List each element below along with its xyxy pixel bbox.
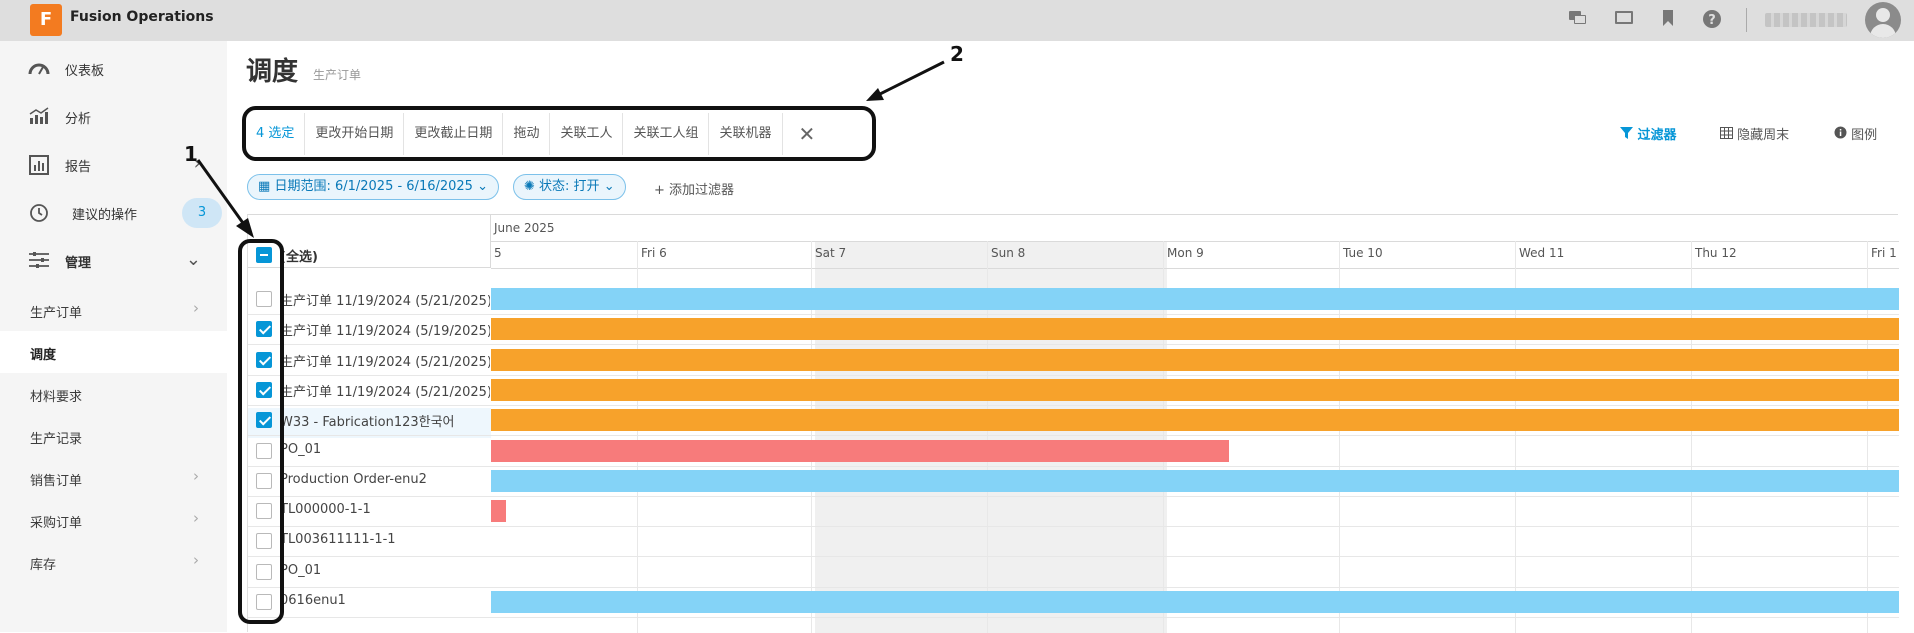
- annotation-number-1: 1: [184, 142, 198, 166]
- annotation-arrows: [196, 60, 945, 238]
- annotation-number-2: 2: [950, 42, 964, 66]
